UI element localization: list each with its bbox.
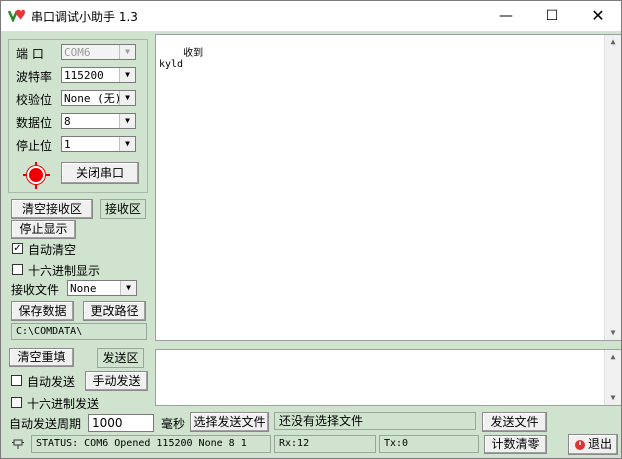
stopbits-label: 停止位 [16, 139, 53, 153]
status-indicator-icon [29, 168, 43, 182]
databits-select[interactable]: 8 ▼ [61, 113, 136, 129]
stopbits-value: 1 [64, 138, 71, 151]
receive-textarea[interactable]: 收到 kyld ▲ ▼ [155, 34, 621, 341]
scroll-up-icon[interactable]: ▲ [605, 350, 621, 364]
chevron-down-icon: ▼ [120, 281, 136, 295]
port-select[interactable]: COM6 ▼ [61, 44, 136, 60]
receive-content: 收到 kyld [159, 48, 204, 70]
scroll-down-icon[interactable]: ▼ [605, 391, 621, 405]
parity-select[interactable]: None (无) ▼ [61, 90, 136, 106]
send-period-label: 自动发送周期 [9, 417, 82, 431]
baud-select[interactable]: 115200 ▼ [61, 67, 136, 83]
receive-file-format-select[interactable]: None ▼ [67, 280, 137, 296]
auto-send-label: 自动发送 [27, 375, 76, 389]
receive-area-tag: 接收区 [100, 199, 146, 219]
minimize-button[interactable]: — [483, 1, 529, 31]
send-scrollbar[interactable]: ▲ ▼ [604, 350, 621, 405]
receive-scrollbar[interactable]: ▲ ▼ [604, 35, 621, 340]
hex-send-label: 十六进制发送 [27, 397, 100, 411]
clear-send-button[interactable]: 清空重填 [9, 348, 74, 367]
baud-value: 115200 [64, 69, 104, 82]
app-icon [8, 9, 25, 22]
auto-clear-checkbox[interactable]: ✓ [12, 243, 23, 254]
minimize-icon: — [499, 8, 513, 24]
reset-count-button[interactable]: 计数清零 [484, 435, 547, 454]
maximize-button[interactable]: ☐ [529, 1, 575, 31]
chevron-down-icon: ▼ [119, 137, 135, 151]
exit-icon [575, 440, 585, 450]
chevron-down-icon: ▼ [119, 91, 135, 105]
port-value: COM6 [64, 46, 91, 59]
status-text: STATUS: COM6 Opened 115200 None 8 1 [31, 435, 271, 453]
exit-label: 退出 [587, 437, 612, 451]
chevron-down-icon: ▼ [119, 68, 135, 82]
send-period-unit: 毫秒 [161, 417, 186, 431]
clear-receive-button[interactable]: 清空接收区 [11, 199, 93, 219]
title-bar: 串口调试小助手 1.3 — ☐ ✕ [1, 1, 621, 31]
scroll-down-icon[interactable]: ▼ [605, 326, 621, 340]
close-button[interactable]: ✕ [575, 1, 621, 31]
pin-icon [12, 439, 24, 449]
receive-file-label: 接收文件 [11, 283, 60, 297]
led-ray [35, 185, 37, 189]
send-file-button[interactable]: 发送文件 [482, 412, 547, 432]
send-file-status: 还没有选择文件 [274, 412, 476, 430]
led-ray [23, 174, 27, 176]
databits-label: 数据位 [16, 116, 53, 130]
rx-count: Rx:12 [274, 435, 376, 453]
send-textarea[interactable]: ▲ ▼ [155, 349, 621, 406]
exit-button[interactable]: 退出 [568, 434, 618, 455]
auto-clear-label: 自动清空 [28, 243, 77, 257]
databits-value: 8 [64, 115, 71, 128]
led-ray [46, 174, 50, 176]
receive-file-format-value: None [70, 282, 97, 295]
led-ray [35, 162, 37, 166]
choose-send-file-button[interactable]: 选择发送文件 [190, 412, 269, 432]
send-period-input[interactable]: 1000 [88, 414, 154, 432]
tx-count: Tx:0 [379, 435, 479, 453]
hex-display-checkbox[interactable] [12, 264, 23, 275]
baud-label: 波特率 [16, 70, 53, 84]
app-window: 串口调试小助手 1.3 — ☐ ✕ 端 口 COM6 ▼ 波特率 115200 … [0, 0, 622, 459]
auto-send-checkbox[interactable] [11, 375, 22, 386]
change-path-button[interactable]: 更改路径 [83, 301, 146, 321]
maximize-icon: ☐ [545, 8, 559, 24]
check-icon: ✓ [13, 243, 22, 254]
scroll-up-icon[interactable]: ▲ [605, 35, 621, 49]
manual-send-button[interactable]: 手动发送 [85, 371, 148, 391]
close-icon: ✕ [591, 6, 605, 25]
hex-display-label: 十六进制显示 [28, 264, 101, 278]
stopbits-select[interactable]: 1 ▼ [61, 136, 136, 152]
chevron-down-icon: ▼ [119, 114, 135, 128]
parity-value: None (无) [64, 92, 122, 105]
parity-label: 校验位 [16, 93, 53, 107]
stop-display-button[interactable]: 停止显示 [11, 220, 76, 239]
hex-send-checkbox[interactable] [11, 397, 22, 408]
port-label: 端 口 [16, 47, 44, 61]
chevron-down-icon: ▼ [119, 45, 135, 59]
send-area-tag: 发送区 [97, 348, 144, 368]
save-data-button[interactable]: 保存数据 [11, 301, 74, 321]
receive-path-display: C:\COMDATA\ [11, 323, 147, 340]
close-port-button[interactable]: 关闭串口 [61, 162, 139, 184]
window-title: 串口调试小助手 1.3 [31, 10, 138, 24]
